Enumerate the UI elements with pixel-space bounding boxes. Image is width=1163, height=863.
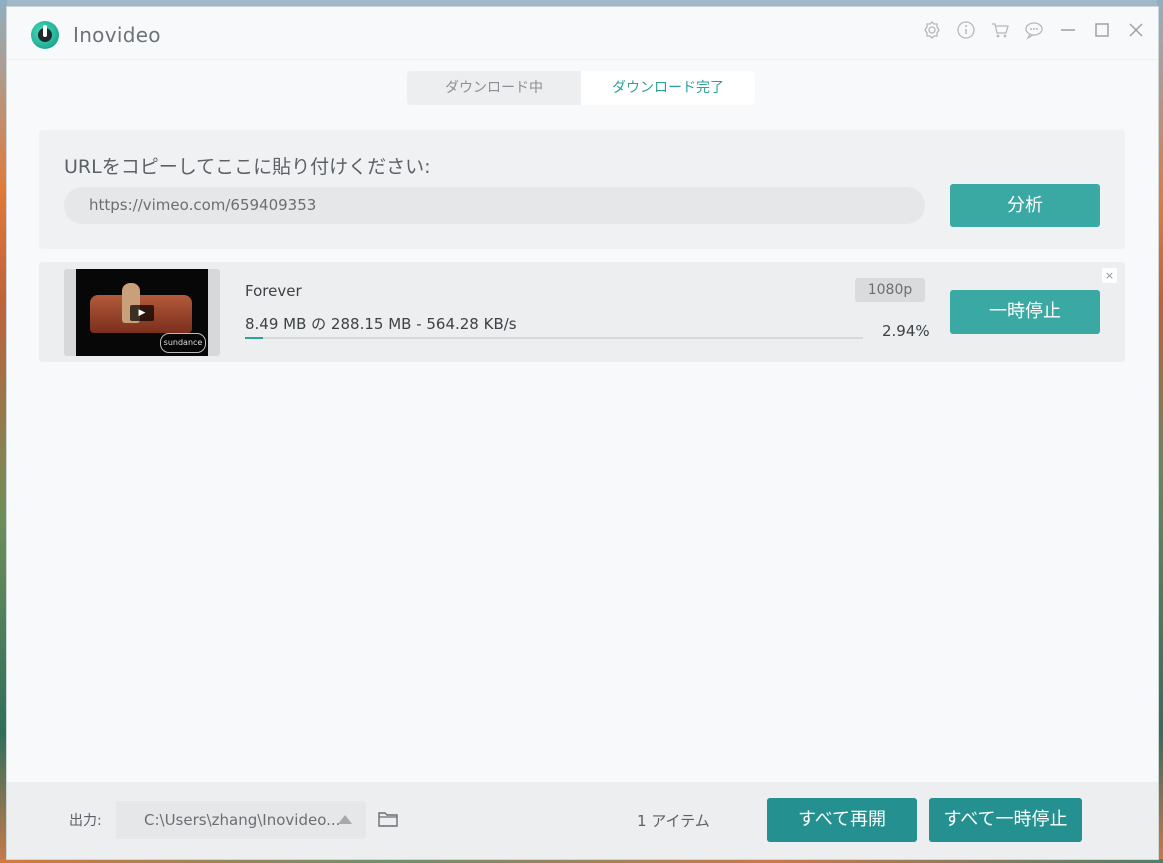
download-item: ▶ sundance Forever 1080p 8.49 MB の 288.1…: [39, 262, 1125, 362]
analyze-button[interactable]: 分析: [950, 184, 1100, 227]
settings-icon[interactable]: [921, 19, 943, 41]
resume-all-button[interactable]: すべて再開: [767, 798, 917, 842]
item-count: 1 アイテム: [637, 812, 710, 830]
url-input[interactable]: https://vimeo.com/659409353: [64, 187, 925, 224]
url-panel: URLをコピーしてここに貼り付けください: https://vimeo.com/…: [39, 130, 1125, 249]
desktop-background-bottom: [0, 859, 1163, 863]
folder-icon[interactable]: [377, 809, 399, 829]
tab-completed[interactable]: ダウンロード完了: [581, 71, 755, 105]
desktop-background-left: [0, 0, 7, 863]
output-path-value: C:\Users\zhang\Inovideo...: [144, 811, 341, 829]
footer-bar: 出力: C:\Users\zhang\Inovideo... 1 アイテム すべ…: [7, 782, 1158, 859]
maximize-icon[interactable]: [1091, 19, 1113, 41]
resolution-badge: 1080p: [855, 278, 925, 302]
app-window: Inovideo ダウンロード中 ダウンロード完了 URLをコピーしてここに貼り…: [7, 7, 1158, 859]
remove-item-close-icon[interactable]: ×: [1102, 268, 1117, 283]
progress-percent: 2.94%: [882, 322, 930, 340]
feedback-icon[interactable]: [1023, 19, 1045, 41]
app-logo-icon: [31, 21, 59, 49]
cart-icon[interactable]: [989, 19, 1011, 41]
tab-downloading[interactable]: ダウンロード中: [407, 71, 581, 105]
progress-bar-fill: [245, 337, 263, 339]
download-progress-text: 8.49 MB の 288.15 MB - 564.28 KB/s: [245, 315, 517, 333]
close-icon[interactable]: [1125, 19, 1147, 41]
output-label: 出力:: [69, 813, 102, 829]
thumbnail-brand-logo: sundance: [160, 333, 206, 353]
info-icon[interactable]: [955, 19, 977, 41]
play-icon[interactable]: ▶: [130, 305, 154, 321]
title-bar: Inovideo: [7, 7, 1158, 60]
progress-bar: [245, 337, 863, 339]
pause-button[interactable]: 一時停止: [950, 290, 1100, 334]
video-thumbnail[interactable]: ▶ sundance: [64, 269, 220, 356]
output-path-select[interactable]: C:\Users\zhang\Inovideo...: [116, 801, 366, 839]
caret-up-icon[interactable]: [338, 815, 352, 824]
app-title: Inovideo: [73, 23, 161, 47]
url-label: URLをコピーしてここに貼り付けください:: [64, 156, 431, 178]
pause-all-button[interactable]: すべて一時停止: [929, 798, 1082, 842]
tab-bar: ダウンロード中 ダウンロード完了: [407, 71, 755, 105]
video-title: Forever: [245, 282, 302, 300]
thumbnail-image: ▶ sundance: [76, 269, 208, 356]
minimize-icon[interactable]: [1057, 19, 1079, 41]
